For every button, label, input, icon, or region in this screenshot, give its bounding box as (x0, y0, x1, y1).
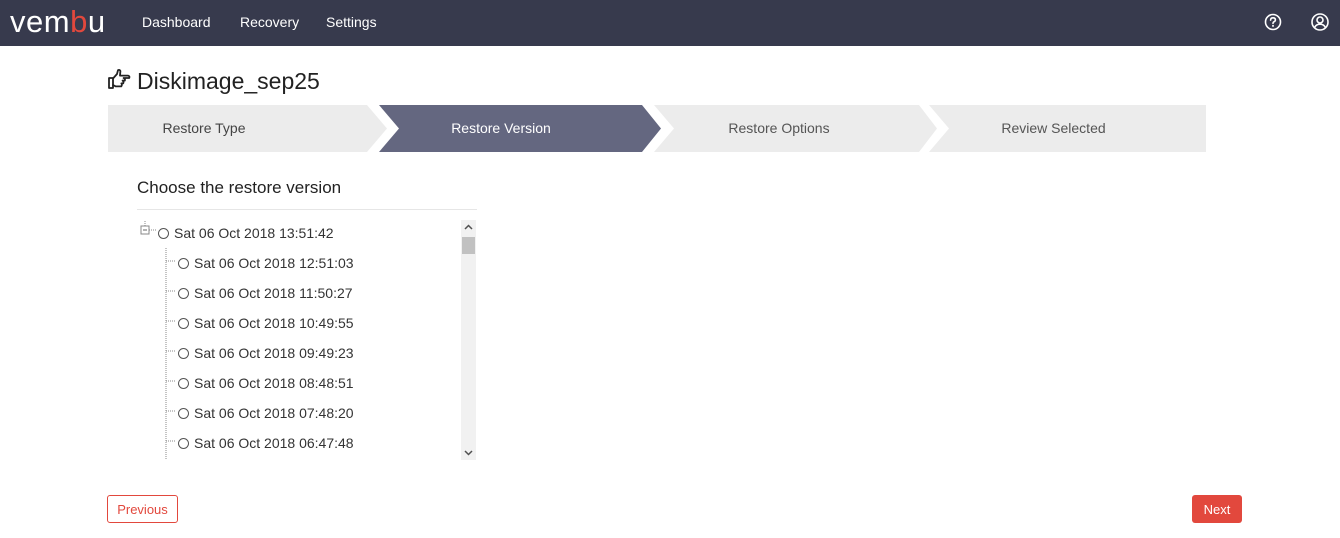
wizard-step-restore-version[interactable]: Restore Version (399, 105, 603, 152)
restore-version-label: Sat 06 Oct 2018 11:50:27 (194, 285, 353, 301)
radio-button[interactable] (178, 437, 189, 449)
section-divider (137, 209, 477, 210)
restore-version-label: Sat 06 Oct 2018 09:49:23 (194, 345, 354, 361)
radio-button[interactable] (158, 227, 169, 239)
radio-button[interactable] (178, 287, 189, 299)
radio-button[interactable] (178, 377, 189, 389)
restore-version-item[interactable]: Sat 06 Oct 2018 09:49:23 (178, 343, 354, 363)
restore-version-label: Sat 06 Oct 2018 08:48:51 (194, 375, 354, 391)
radio-button[interactable] (178, 407, 189, 419)
vembu-logo[interactable]: vembu (10, 5, 106, 39)
nav-settings[interactable]: Settings (326, 0, 377, 46)
radio-button[interactable] (178, 347, 189, 359)
user-account-icon[interactable] (1310, 12, 1330, 32)
restore-version-parent[interactable]: Sat 06 Oct 2018 13:51:42 (158, 223, 334, 243)
scroll-thumb[interactable] (462, 237, 475, 254)
scroll-down-arrow-icon[interactable] (461, 445, 476, 460)
restore-version-item[interactable]: Sat 06 Oct 2018 06:47:48 (178, 433, 354, 453)
restore-version-label: Sat 06 Oct 2018 06:47:48 (194, 435, 354, 451)
restore-version-item[interactable]: Sat 06 Oct 2018 08:48:51 (178, 373, 354, 393)
restore-version-label: Sat 06 Oct 2018 12:51:03 (194, 255, 354, 271)
restore-version-label: Sat 06 Oct 2018 10:49:55 (194, 315, 354, 331)
restore-version-label: Sat 06 Oct 2018 07:48:20 (194, 405, 354, 421)
restore-version-item[interactable]: Sat 06 Oct 2018 11:50:27 (178, 283, 353, 303)
tree-scrollbar[interactable] (461, 220, 476, 460)
restore-version-tree: Sat 06 Oct 2018 13:51:42 Sat 06 Oct 2018… (137, 218, 477, 460)
radio-button[interactable] (178, 317, 189, 329)
wizard-step-review-selected[interactable]: Review Selected (949, 105, 1158, 152)
page-title: Diskimage_sep25 (107, 64, 320, 98)
wizard-step-restore-type[interactable]: Restore Type (108, 105, 300, 152)
restore-version-item[interactable]: Sat 06 Oct 2018 10:49:55 (178, 313, 354, 333)
restore-version-item[interactable]: Sat 06 Oct 2018 12:51:03 (178, 253, 354, 273)
next-button[interactable]: Next (1192, 495, 1242, 523)
radio-button[interactable] (178, 257, 189, 269)
restore-wizard-steps: Restore Type Restore Version Restore Opt… (108, 105, 1206, 152)
nav-dashboard[interactable]: Dashboard (142, 0, 211, 46)
restore-version-label: Sat 06 Oct 2018 13:51:42 (174, 225, 334, 241)
wizard-step-restore-options[interactable]: Restore Options (674, 105, 884, 152)
scroll-up-arrow-icon[interactable] (461, 220, 476, 235)
nav-recovery[interactable]: Recovery (240, 0, 299, 46)
help-icon[interactable] (1263, 12, 1283, 32)
section-heading: Choose the restore version (137, 178, 342, 197)
page-title-text: Diskimage_sep25 (137, 67, 320, 94)
previous-button[interactable]: Previous (107, 495, 178, 523)
top-navbar: vembu Dashboard Recovery Settings (0, 0, 1340, 46)
restore-version-item[interactable]: Sat 06 Oct 2018 07:48:20 (178, 403, 354, 423)
hand-pointing-icon (107, 68, 131, 95)
